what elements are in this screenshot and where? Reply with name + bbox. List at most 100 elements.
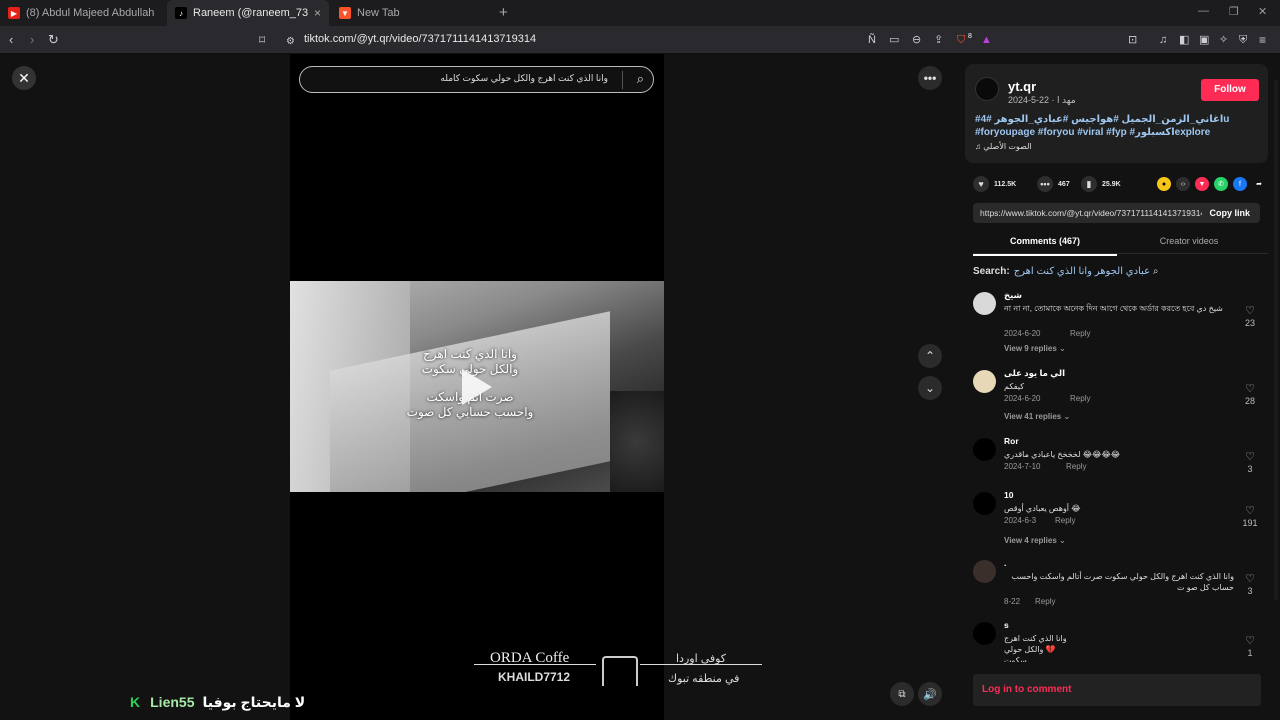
avatar[interactable]: [973, 292, 996, 315]
more-options-button[interactable]: •••: [918, 66, 942, 90]
tiktok-icon: ♪: [175, 7, 187, 19]
avatar[interactable]: [973, 560, 996, 583]
reply-button[interactable]: Reply: [1035, 597, 1055, 606]
comment-text: না না না, তোমাকে অনেক দিন আগে থেকে অর্ডা…: [1004, 304, 1223, 313]
search-icon: ⌕: [1150, 266, 1159, 277]
wallet-icon[interactable]: ▣: [1199, 31, 1209, 49]
author-name[interactable]: yt.qr: [1008, 79, 1036, 94]
comment-author[interactable]: شيخ: [1004, 290, 1022, 301]
close-video-button[interactable]: ✕: [12, 66, 36, 90]
comment-author[interactable]: Ror: [1004, 436, 1019, 446]
volume-button[interactable]: 🔊: [918, 682, 942, 706]
sidebar-icon[interactable]: ◧: [1179, 31, 1189, 49]
tab-youtube[interactable]: ▶ (8) Abdul Majeed Abdullah ... Fezi Lal: [0, 0, 165, 26]
window-close-icon[interactable]: ✕: [1258, 5, 1267, 18]
new-tab-button[interactable]: +: [499, 4, 508, 21]
avatar[interactable]: [973, 622, 996, 645]
vpn-icon[interactable]: ⛨: [1239, 31, 1247, 49]
comment-like-button[interactable]: ♡ 23: [1241, 306, 1259, 329]
copy-link-button[interactable]: Copy link: [1209, 208, 1250, 218]
leo-ai-icon[interactable]: ✧: [1219, 31, 1228, 49]
menu-icon[interactable]: ≡: [1259, 31, 1266, 49]
address-bar[interactable]: tiktok.com/@yt.qr/video/7371711141413719…: [304, 33, 536, 45]
video-link[interactable]: https://www.tiktok.com/@yt.qr/video/7371…: [980, 208, 1202, 218]
reply-button[interactable]: Reply: [1070, 394, 1090, 403]
previous-video-button[interactable]: ⌃: [918, 344, 942, 368]
panel-scrollbar[interactable]: [1274, 80, 1278, 600]
search-query[interactable]: وانا الذي كنت اهرج والكل حولي سكوت كامله: [440, 73, 608, 84]
avatar[interactable]: [973, 492, 996, 515]
avatar[interactable]: [973, 438, 996, 461]
login-to-comment-link[interactable]: Log in to comment: [982, 684, 1071, 695]
share-page-icon[interactable]: ⇪: [934, 31, 943, 49]
bookmark-icon[interactable]: ⌑: [259, 31, 265, 49]
follow-button[interactable]: Follow: [1201, 79, 1259, 101]
comment-like-button[interactable]: ♡ 3: [1241, 452, 1259, 475]
heart-outline-icon: ♡: [1245, 635, 1255, 647]
share-coin-icon[interactable]: ●: [1157, 177, 1171, 191]
tab-tiktok[interactable]: ♪ Raneem (@raneem_739) | TikTok ×: [167, 0, 329, 26]
back-icon[interactable]: ‹: [9, 31, 13, 49]
zoom-icon[interactable]: ⊖: [912, 31, 921, 49]
reply-button[interactable]: Reply: [1070, 329, 1090, 338]
video-player[interactable]: وانا الذي كنت اهرج والكل حولي سكوت صرت ا…: [290, 54, 664, 720]
screenshot-icon[interactable]: ⊡: [1128, 31, 1137, 49]
share-tiktok-icon[interactable]: ▼: [1195, 177, 1209, 191]
tab-creator-videos[interactable]: Creator videos: [1117, 232, 1261, 254]
minimize-icon[interactable]: —: [1198, 5, 1209, 17]
post-hashtags[interactable]: #اغاني_الزمن_الجميل #هواجيس #عبادي_الجوه…: [975, 113, 1263, 139]
brave-rewards-icon[interactable]: ▲: [981, 31, 992, 49]
video-search-box[interactable]: وانا الذي كنت اهرج والكل حولي سكوت كامله…: [299, 66, 654, 93]
tab-new-tab[interactable]: ▼ New Tab: [331, 0, 491, 26]
reply-button[interactable]: Reply: [1055, 516, 1075, 525]
comment-search-suggestion[interactable]: Search: عبادي الجوهر وانا الذي كنت اهرج ⌕: [973, 266, 1158, 277]
chevron-up-icon: ⌃: [924, 349, 936, 363]
media-icon[interactable]: ♫: [1159, 31, 1167, 49]
facebook-icon[interactable]: f: [1233, 177, 1247, 191]
comment-like-button[interactable]: ♡ 3: [1241, 574, 1259, 597]
translate-icon[interactable]: Ñ: [868, 31, 876, 49]
play-icon[interactable]: [462, 369, 492, 405]
view-replies-button[interactable]: View 4 replies ⌄: [1004, 536, 1066, 545]
comment-like-button[interactable]: ♡ 1: [1241, 636, 1259, 659]
miniplayer-button[interactable]: ⧉: [890, 682, 914, 706]
comment-author[interactable]: 10: [1004, 490, 1013, 500]
comment-like-button[interactable]: ♡ 28: [1241, 384, 1259, 407]
share-arrow-icon[interactable]: ➦: [1252, 177, 1266, 191]
comment-text: كيفكم: [1004, 382, 1025, 391]
tab-comments[interactable]: Comments (467): [973, 232, 1117, 256]
view-replies-button[interactable]: View 41 replies ⌄: [1004, 412, 1070, 421]
embed-icon[interactable]: ‹›: [1176, 177, 1190, 191]
comment-button[interactable]: ••• 467: [1037, 176, 1070, 192]
avatar[interactable]: [975, 77, 999, 101]
login-to-comment-bar[interactable]: Log in to comment: [973, 674, 1261, 706]
close-tab-icon[interactable]: ×: [308, 6, 321, 20]
like-button[interactable]: ♥ 112.5K: [973, 176, 1016, 192]
maximize-icon[interactable]: ❐: [1229, 5, 1239, 18]
view-replies-button[interactable]: View 9 replies ⌄: [1004, 344, 1066, 353]
video-frame[interactable]: وانا الذي كنت اهرج والكل حولي سكوت صرت ا…: [290, 281, 664, 492]
comment-like-button[interactable]: ♡ 191: [1241, 506, 1259, 529]
reader-icon[interactable]: ▭: [889, 31, 899, 49]
comment-author[interactable]: s: [1004, 620, 1009, 630]
save-button[interactable]: ▮ 25.9K: [1081, 176, 1121, 192]
comment-author[interactable]: الي ما يود على: [1004, 368, 1065, 379]
site-info-icon[interactable]: ⚙: [286, 33, 295, 51]
music-row[interactable]: ♫ الصوت الأصلي: [975, 142, 1032, 151]
comment-list: شيخ না না না, তোমাকে অনেক দিন আগে থেকে অ…: [973, 290, 1268, 662]
post-panel: yt.qr 2024-5-22 · مهد ا Follow #اغاني_ال…: [953, 54, 1280, 720]
panel-tabs: Comments (467) Creator videos: [973, 232, 1268, 256]
comment-item: . وانا الذي كنت اهرج والكل حولي سكوت صرت…: [973, 558, 1268, 618]
comment-author[interactable]: .: [1004, 558, 1006, 568]
whatsapp-icon[interactable]: ✆: [1214, 177, 1228, 191]
brave-shield-icon[interactable]: ⛉: [957, 31, 965, 49]
next-video-button[interactable]: ⌄: [918, 376, 942, 400]
avatar[interactable]: [973, 370, 996, 393]
forward-icon[interactable]: ›: [30, 31, 34, 49]
reply-button[interactable]: Reply: [1066, 462, 1086, 471]
video-watermark: K Lien55 لا مايحتاج بوفيا: [130, 694, 305, 711]
reload-icon[interactable]: ↻: [48, 31, 59, 49]
search-icon[interactable]: ⌕: [637, 71, 644, 87]
watermark-user: Lien55: [150, 694, 195, 710]
heart-outline-icon: ♡: [1245, 505, 1255, 517]
